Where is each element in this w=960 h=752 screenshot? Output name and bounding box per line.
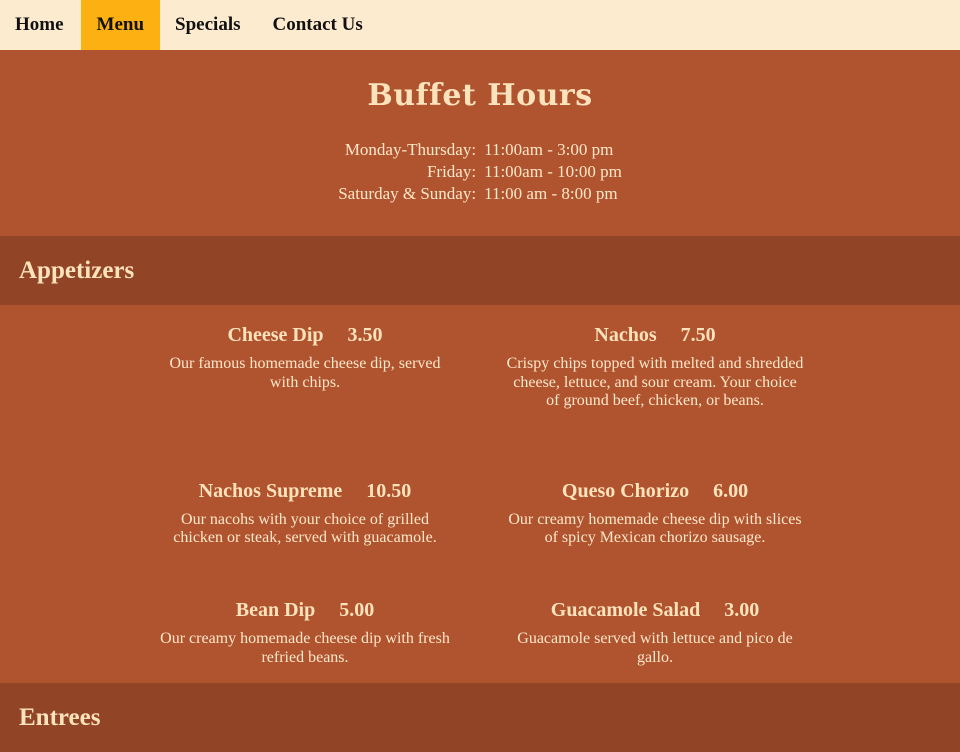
hours-day: Saturday & Sunday: bbox=[338, 184, 477, 203]
menu-item-name: Guacamole Salad bbox=[550, 599, 701, 622]
menu-item-price: 6.00 bbox=[713, 479, 749, 502]
menu-item-price: 7.50 bbox=[680, 324, 716, 346]
nav-contact-link[interactable]: Contact Us bbox=[258, 0, 380, 50]
hours-row: Friday: 11:00am - 10:00 pm bbox=[334, 161, 626, 183]
entrees-heading: Entrees bbox=[19, 703, 101, 731]
menu-item-desc: Our creamy homemade cheese dip with slic… bbox=[508, 510, 802, 547]
appetizers-heading: Appetizers bbox=[19, 256, 135, 284]
menu-item-price: 3.00 bbox=[724, 599, 760, 622]
nav-specials-link[interactable]: Specials bbox=[160, 0, 257, 50]
hours-row: Saturday & Sunday: 11:00 am - 8:00 pm bbox=[334, 183, 626, 205]
hours-day: Friday: bbox=[426, 162, 477, 181]
buffet-hours-section: Buffet Hours Monday-Thursday: 11:00am - … bbox=[0, 50, 960, 236]
menu-item-price: 10.50 bbox=[366, 479, 412, 502]
menu-item-name: Bean Dip bbox=[235, 599, 316, 622]
menu-item: Cheese Dip 3.50 Our famous homemade chees… bbox=[130, 323, 480, 463]
menu-item-desc: Guacamole served with lettuce and pico d… bbox=[517, 630, 793, 666]
menu-item-title: Nachos 7.50 bbox=[505, 323, 805, 347]
hours-time: 11:00 am - 8:00 pm bbox=[484, 184, 618, 203]
menu-item: Queso Chorizo 6.00 Our creamy homemade ch… bbox=[480, 479, 830, 583]
menu-item-title: Queso Chorizo 6.00 bbox=[505, 479, 805, 503]
menu-item-title: Cheese Dip 3.50 bbox=[155, 323, 455, 347]
nav-menu-link[interactable]: Menu bbox=[80, 0, 161, 50]
menu-item-name: Cheese Dip bbox=[227, 324, 324, 346]
appetizers-menu: Cheese Dip 3.50 Our famous homemade chees… bbox=[0, 305, 960, 683]
menu-item: Bean Dip 5.00 Our creamy homemade cheese … bbox=[130, 598, 480, 683]
menu-item-title: Guacamole Salad 3.00 bbox=[505, 598, 805, 622]
hours-row: Monday-Thursday: 11:00am - 3:00 pm bbox=[334, 139, 626, 161]
menu-item: Nachos 7.50 Crispy chips topped with melt… bbox=[480, 323, 830, 463]
menu-item-name: Nachos bbox=[594, 324, 657, 346]
nav-home-link[interactable]: Home bbox=[0, 0, 81, 50]
menu-item-title: Nachos Supreme 10.50 bbox=[155, 479, 455, 503]
hours-time: 11:00am - 10:00 pm bbox=[484, 162, 622, 181]
entrees-header: Entrees bbox=[0, 683, 960, 752]
menu-item-name: Nachos Supreme bbox=[198, 479, 343, 502]
menu-item-title: Bean Dip 5.00 bbox=[155, 598, 455, 622]
menu-item-desc: Crispy chips topped with melted and shre… bbox=[506, 355, 804, 409]
buffet-hours-table: Monday-Thursday: 11:00am - 3:00 pm Frida… bbox=[334, 139, 626, 205]
appetizers-header: Appetizers bbox=[0, 236, 960, 305]
menu-item-desc: Our creamy homemade cheese dip with fres… bbox=[160, 630, 450, 666]
main-nav: Home Menu Specials Contact Us bbox=[0, 0, 960, 50]
hours-time: 11:00am - 3:00 pm bbox=[484, 140, 614, 159]
hours-day: Monday-Thursday: bbox=[344, 140, 477, 159]
menu-item: Nachos Supreme 10.50 Our nacohs with your… bbox=[130, 479, 480, 583]
menu-item-price: 3.50 bbox=[347, 324, 383, 346]
menu-item-name: Queso Chorizo bbox=[561, 479, 690, 502]
menu-item-desc: Our famous homemade cheese dip, served w… bbox=[169, 355, 441, 391]
buffet-hours-title: Buffet Hours bbox=[367, 78, 593, 113]
menu-item-desc: Our nacohs with your choice of grilled c… bbox=[173, 510, 437, 547]
menu-item: Guacamole Salad 3.00 Guacamole served wit… bbox=[480, 598, 830, 683]
menu-item-price: 5.00 bbox=[339, 599, 375, 622]
